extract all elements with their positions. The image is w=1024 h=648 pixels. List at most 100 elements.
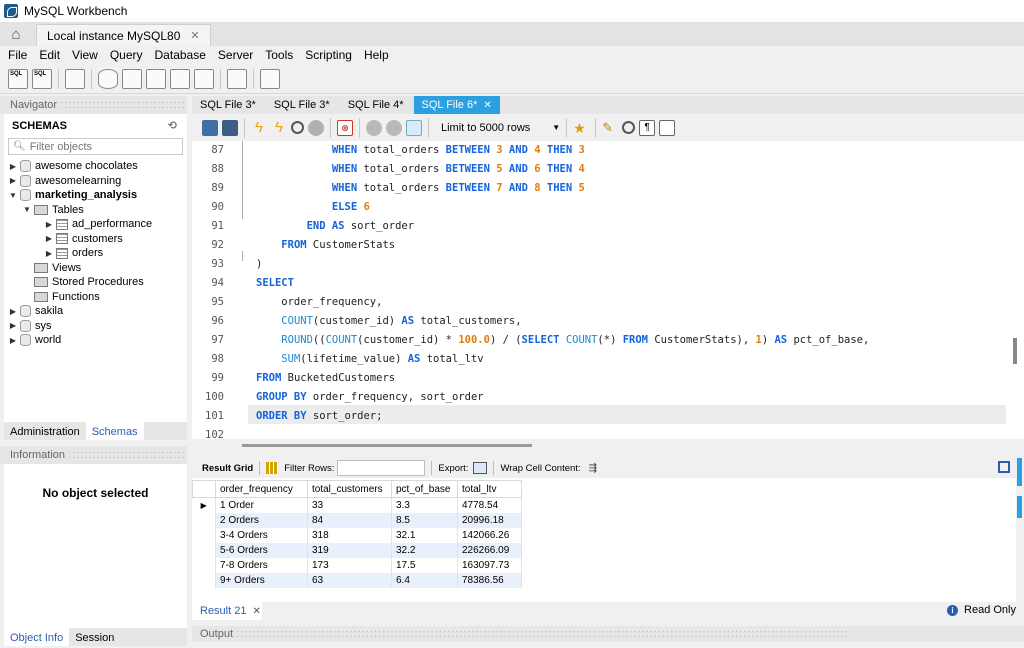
- toggle-side-panel-icon[interactable]: [998, 461, 1010, 473]
- tree-item-functions[interactable]: Functions: [4, 290, 187, 305]
- inspector-icon[interactable]: [65, 68, 85, 89]
- instance-tab[interactable]: Local instance MySQL80 ✕: [36, 24, 211, 46]
- find-icon[interactable]: [622, 121, 636, 134]
- refresh-icon[interactable]: ⟲: [168, 119, 177, 132]
- column-header[interactable]: pct_of_base: [391, 480, 458, 498]
- cell-order-frequency[interactable]: 3-4 Orders: [215, 527, 308, 543]
- filter-rows-input[interactable]: [337, 460, 426, 476]
- create-function-icon[interactable]: [194, 68, 214, 89]
- commit-icon[interactable]: [366, 119, 382, 136]
- invisible-chars-icon[interactable]: ¶: [639, 119, 656, 136]
- tree-item-procedures[interactable]: Stored Procedures: [4, 275, 187, 290]
- cell-total-customers[interactable]: 63: [307, 572, 392, 588]
- expand-arrow-icon[interactable]: ▶: [8, 336, 18, 345]
- cell-order-frequency[interactable]: 2 Orders: [215, 512, 308, 528]
- cell-order-frequency[interactable]: 9+ Orders: [215, 572, 308, 588]
- tree-item-tables[interactable]: ▼ Tables: [4, 203, 187, 218]
- result-grid-label[interactable]: Result Grid: [202, 463, 253, 474]
- column-header[interactable]: order_frequency: [215, 480, 308, 498]
- expand-arrow-icon[interactable]: ▶: [44, 249, 54, 258]
- add-snippet-icon[interactable]: ★: [573, 120, 589, 136]
- menu-help[interactable]: Help: [358, 48, 395, 62]
- save-icon[interactable]: [222, 119, 238, 136]
- expand-arrow-icon[interactable]: ▶: [8, 307, 18, 316]
- tree-item-views[interactable]: Views: [4, 261, 187, 276]
- create-table-icon[interactable]: [122, 68, 142, 89]
- menu-edit[interactable]: Edit: [33, 48, 66, 62]
- editor-vertical-scrollbar[interactable]: [1013, 338, 1017, 364]
- stop-icon[interactable]: [308, 119, 324, 136]
- beautify-icon[interactable]: ✎: [602, 120, 618, 136]
- cell-total-ltv[interactable]: 20996.18: [457, 512, 522, 528]
- menu-query[interactable]: Query: [104, 48, 149, 62]
- create-schema-icon[interactable]: [98, 68, 118, 89]
- tab-object-info[interactable]: Object Info: [4, 628, 70, 646]
- word-wrap-icon[interactable]: [659, 119, 676, 136]
- sql-editor[interactable]: 87 88 89 90 91 92 93 94 95 96 97 98 99 1…: [192, 141, 1024, 439]
- tree-item-schema-active[interactable]: ▼ marketing_analysis: [4, 188, 187, 203]
- table-row[interactable]: 7-8 Orders 173 17.5 163097.73: [192, 557, 522, 573]
- table-row[interactable]: 2 Orders 84 8.5 20996.18: [192, 512, 522, 528]
- execute-current-icon[interactable]: ϟ: [271, 119, 287, 136]
- execute-icon[interactable]: ϟ: [251, 119, 267, 136]
- tree-item-schema[interactable]: ▶ awesome chocolates: [4, 159, 187, 174]
- grid-icon[interactable]: [266, 462, 279, 474]
- cell-pct-of-base[interactable]: 8.5: [391, 512, 458, 528]
- scrollbar-thumb[interactable]: [242, 444, 532, 447]
- tab-result[interactable]: Result 21 ✕: [192, 602, 262, 620]
- cell-order-frequency[interactable]: 5-6 Orders: [215, 542, 308, 558]
- column-header[interactable]: total_ltv: [457, 480, 522, 498]
- tree-item-schema[interactable]: ▶ world: [4, 333, 187, 348]
- cell-pct-of-base[interactable]: 32.1: [391, 527, 458, 543]
- menu-file[interactable]: File: [2, 48, 33, 62]
- tree-item-schema[interactable]: ▶ awesomelearning: [4, 174, 187, 189]
- tree-item-table[interactable]: ▶ orders: [4, 246, 187, 261]
- tab-session[interactable]: Session: [69, 628, 120, 646]
- tree-item-table[interactable]: ▶ ad_performance: [4, 217, 187, 232]
- tab-sql-file[interactable]: SQL File 4*: [340, 96, 412, 114]
- menu-server[interactable]: Server: [212, 48, 259, 62]
- cell-pct-of-base[interactable]: 32.2: [391, 542, 458, 558]
- cell-total-ltv[interactable]: 226266.09: [457, 542, 522, 558]
- tree-item-table[interactable]: ▶ customers: [4, 232, 187, 247]
- home-icon[interactable]: ⌂: [0, 22, 32, 46]
- collapse-arrow-icon[interactable]: ▼: [8, 191, 18, 200]
- expand-arrow-icon[interactable]: ▶: [44, 234, 54, 243]
- reconnect-icon[interactable]: [260, 68, 280, 89]
- collapse-arrow-icon[interactable]: ▼: [22, 205, 32, 214]
- cell-order-frequency[interactable]: 1 Order: [215, 497, 308, 513]
- cell-total-ltv[interactable]: 142066.26: [457, 527, 522, 543]
- close-icon[interactable]: ✕: [252, 606, 260, 617]
- create-view-icon[interactable]: [146, 68, 166, 89]
- cell-total-ltv[interactable]: 78386.56: [457, 572, 522, 588]
- cell-total-customers[interactable]: 84: [307, 512, 392, 528]
- column-header[interactable]: total_customers: [307, 480, 392, 498]
- open-file-icon[interactable]: [202, 119, 218, 136]
- table-row[interactable]: ▶ 1 Order 33 3.3 4778.54: [192, 497, 522, 513]
- table-row[interactable]: 3-4 Orders 318 32.1 142066.26: [192, 527, 522, 543]
- search-table-data-icon[interactable]: [227, 68, 247, 89]
- cell-pct-of-base[interactable]: 6.4: [391, 572, 458, 588]
- expand-arrow-icon[interactable]: ▶: [44, 220, 54, 229]
- new-sql-tab-icon[interactable]: [8, 68, 28, 89]
- cell-total-ltv[interactable]: 4778.54: [457, 497, 522, 513]
- expand-arrow-icon[interactable]: ▶: [8, 162, 18, 171]
- tab-schemas[interactable]: Schemas: [85, 422, 144, 440]
- tab-sql-file[interactable]: SQL File 3*: [266, 96, 338, 114]
- explain-icon[interactable]: [291, 121, 304, 134]
- cell-pct-of-base[interactable]: 17.5: [391, 557, 458, 573]
- tree-item-schema[interactable]: ▶ sys: [4, 319, 187, 334]
- menu-scripting[interactable]: Scripting: [299, 48, 358, 62]
- open-sql-script-icon[interactable]: [32, 68, 52, 89]
- result-grid-side-tab[interactable]: [1017, 458, 1022, 486]
- cell-total-customers[interactable]: 318: [307, 527, 392, 543]
- cell-total-customers[interactable]: 173: [307, 557, 392, 573]
- stop-on-error-icon[interactable]: ⊗: [337, 119, 353, 136]
- table-row[interactable]: 5-6 Orders 319 32.2 226266.09: [192, 542, 522, 558]
- menu-view[interactable]: View: [66, 48, 104, 62]
- autocommit-toggle-icon[interactable]: [406, 119, 422, 136]
- limit-rows-select[interactable]: Limit to 5000 rows ▼: [441, 122, 560, 134]
- tree-item-schema[interactable]: ▶ sakila: [4, 304, 187, 319]
- create-procedure-icon[interactable]: [170, 68, 190, 89]
- close-icon[interactable]: ✕: [190, 29, 199, 42]
